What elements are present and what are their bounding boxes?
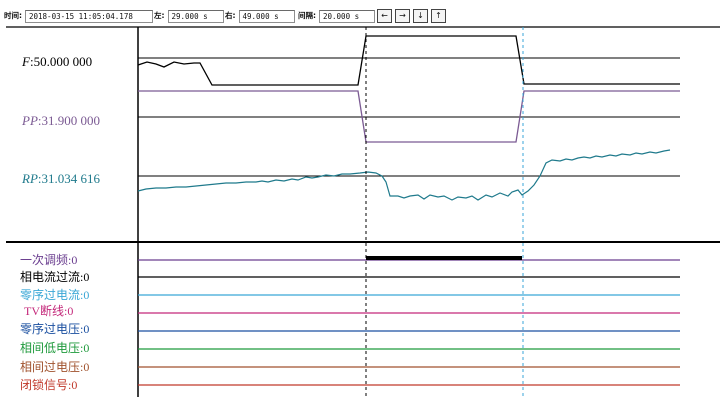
digital-label-5: 相间低电压:0 xyxy=(20,341,90,355)
pp-channel-label: PP:31.900 000 xyxy=(22,113,101,128)
f-waveform xyxy=(137,35,680,86)
f-channel-label: F:50.000 000 xyxy=(22,54,93,69)
pp-channel-value: 31.900 000 xyxy=(41,113,101,128)
rp-waveform xyxy=(137,149,671,201)
rp-channel-value: 31.034 616 xyxy=(41,171,101,186)
rp-channel-label: RP:31.034 616 xyxy=(22,171,101,186)
f-channel-name: F xyxy=(22,54,30,69)
digital-label-0: 一次调频:0 xyxy=(20,253,78,267)
digital-label-3: TV断线:0 xyxy=(24,304,74,318)
waveform-plot[interactable] xyxy=(0,0,720,403)
digital-label-6: 相间过电压:0 xyxy=(20,360,90,374)
digital-label-2: 零序过电流:0 xyxy=(20,288,90,302)
f-channel-value: 50.000 000 xyxy=(33,54,93,69)
digital-label-7: 闭锁信号:0 xyxy=(20,378,78,392)
rp-channel-name: RP xyxy=(22,171,38,186)
pp-channel-name: PP xyxy=(22,113,38,128)
digital-label-4: 零序过电压:0 xyxy=(20,322,90,336)
digital-label-1: 相电流过流:0 xyxy=(20,270,90,284)
